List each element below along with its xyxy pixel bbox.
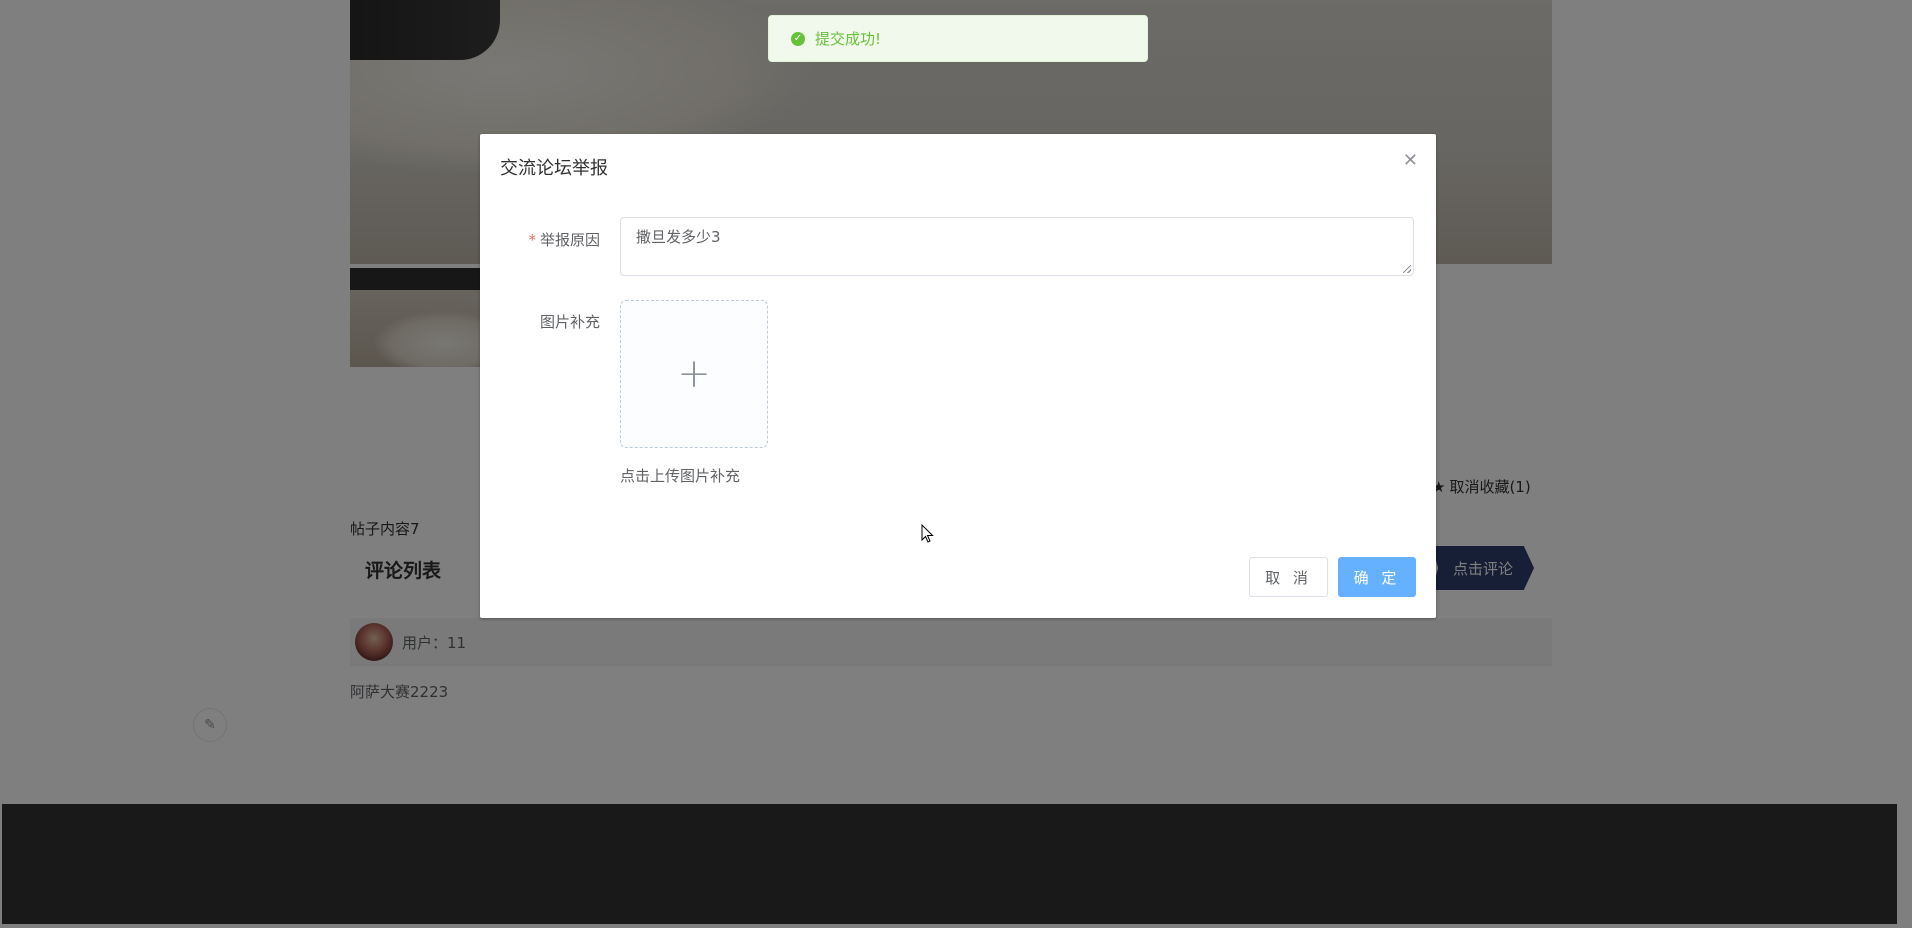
confirm-button[interactable]: 确 定 — [1338, 557, 1416, 597]
report-reason-textarea[interactable]: 撒旦发多少3 — [620, 217, 1414, 276]
success-check-icon: ✓ — [791, 31, 805, 46]
image-upload-button[interactable]: + — [620, 300, 768, 448]
success-toast: ✓ 提交成功! — [768, 15, 1148, 62]
reason-label: 举报原因 — [539, 231, 600, 249]
mouse-cursor-icon — [921, 524, 934, 543]
required-mark: * — [528, 231, 536, 249]
image-label: 图片补充 — [539, 313, 600, 331]
resize-handle[interactable] — [1403, 265, 1411, 273]
dialog-title: 交流论坛举报 — [500, 158, 608, 179]
close-icon[interactable]: ✕ — [1403, 152, 1418, 170]
cancel-button[interactable]: 取 消 — [1249, 557, 1328, 597]
reason-label-row: * 举报原因 — [490, 229, 600, 250]
report-dialog: 交流论坛举报 ✕ * 举报原因 撒旦发多少3 图片补充 + 点击上传图片补充 取 … — [480, 134, 1436, 618]
plus-icon: + — [677, 351, 711, 397]
report-reason-value: 撒旦发多少3 — [636, 228, 721, 246]
upload-tip: 点击上传图片补充 — [620, 467, 741, 485]
toast-message: 提交成功! — [815, 30, 882, 48]
